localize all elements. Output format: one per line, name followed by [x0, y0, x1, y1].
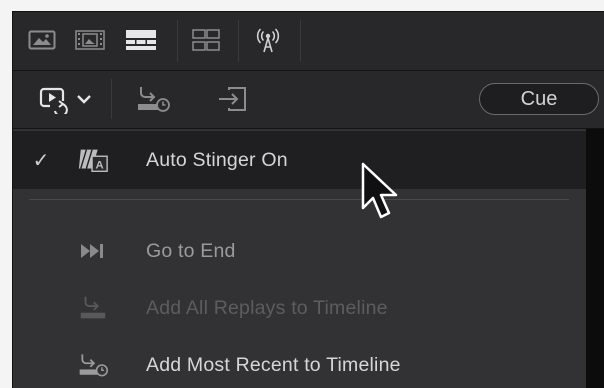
mouse-cursor-icon	[361, 162, 398, 219]
menu-item-label: Add All Replays to Timeline	[146, 296, 388, 319]
menu-item-label: Auto Stinger On	[146, 148, 288, 171]
checkmark-icon: ✓	[32, 149, 50, 172]
viewer-edge	[586, 129, 604, 388]
play-replay-icon	[38, 84, 68, 114]
grid-layout-icon[interactable]	[189, 23, 223, 57]
add-recent-icon	[77, 349, 109, 381]
toolbar-divider	[238, 20, 239, 62]
broadcast-icon[interactable]	[251, 23, 285, 57]
menu-divider	[29, 199, 569, 200]
go-to-end-button[interactable]	[213, 82, 253, 116]
skip-to-end-icon	[77, 235, 109, 267]
add-recent-to-timeline-button[interactable]	[133, 82, 173, 116]
auto-stinger-icon: A	[77, 144, 109, 176]
menu-item-label: Add Most Recent to Timeline	[146, 353, 401, 376]
play-menu-dropdown[interactable]	[31, 82, 99, 116]
toolbar-divider	[177, 20, 178, 62]
timeline-view-icon[interactable]	[124, 23, 158, 57]
menu-item-add-all-replays[interactable]: Add All Replays to Timeline	[13, 279, 586, 337]
toolbar-divider	[111, 79, 112, 119]
cue-button[interactable]: Cue	[479, 83, 599, 115]
play-options-menu: ✓ A Auto Stinger On Go to End Add All Re…	[13, 129, 586, 388]
menu-item-add-most-recent[interactable]: Add Most Recent to Timeline	[13, 336, 586, 388]
filmstrip-viewer-icon[interactable]	[73, 23, 107, 57]
svg-text:A: A	[96, 159, 104, 171]
single-viewer-icon[interactable]	[25, 23, 59, 57]
menu-item-go-to-end[interactable]: Go to End	[13, 222, 586, 280]
enter-icon	[217, 86, 249, 112]
toolbar-divider	[300, 20, 301, 62]
action-toolbar: Cue	[13, 71, 604, 129]
view-toolbar	[13, 12, 604, 71]
menu-item-auto-stinger[interactable]: ✓ A Auto Stinger On	[13, 131, 586, 189]
menu-item-label: Go to End	[146, 239, 236, 262]
add-all-replays-icon	[77, 292, 109, 324]
add-recent-icon	[135, 84, 171, 114]
chevron-down-icon	[76, 94, 92, 104]
replay-window: Cue ✓ A Auto Stinger On Go to End Add Al…	[12, 11, 604, 388]
